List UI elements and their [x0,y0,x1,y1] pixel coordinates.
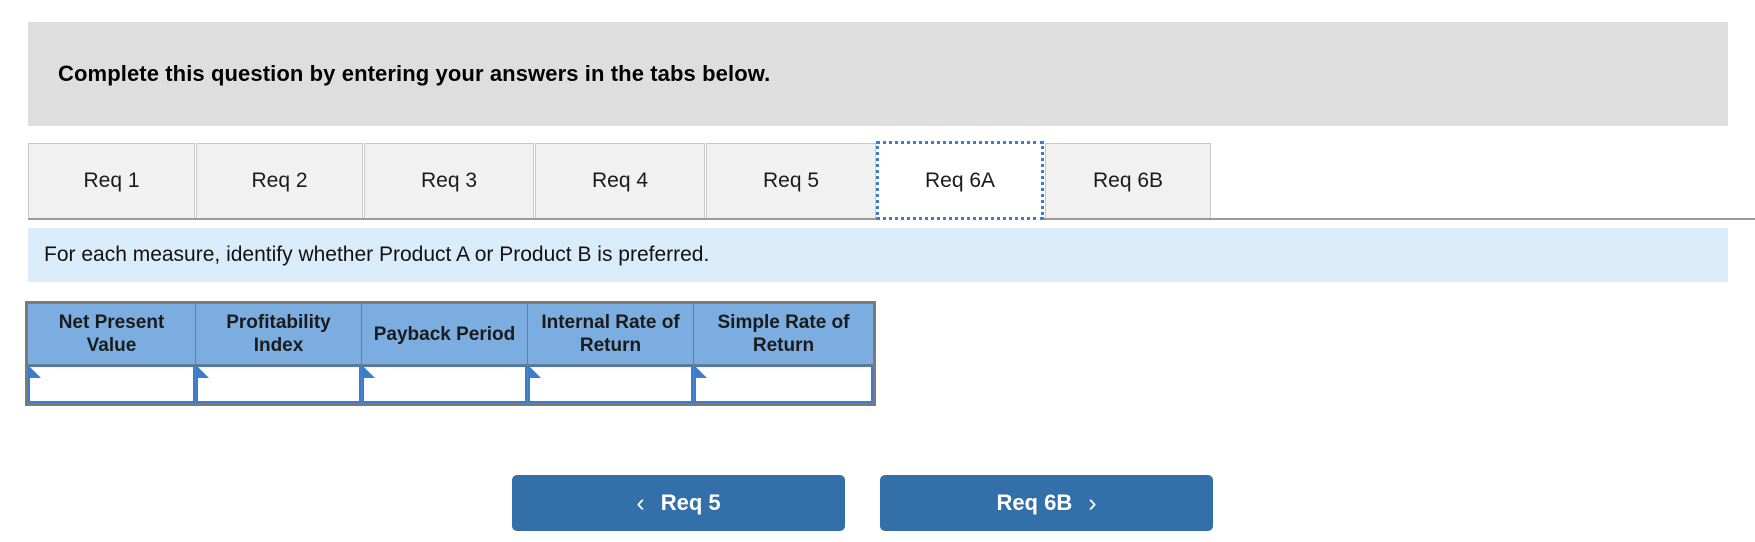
cell-simple-rate-of-return [693,364,874,405]
field-payback-period[interactable] [362,365,527,404]
cell-comment-marker-icon [30,367,41,379]
cell-payback-period [361,364,528,405]
table-header-row: Net Present Value Profitability Index Pa… [27,302,874,366]
column-header-internal-rate-of-return: Internal Rate of Return [527,302,694,366]
cell-comment-marker-icon [198,367,209,379]
column-header-simple-rate-of-return: Simple Rate of Return [693,302,874,366]
cell-comment-marker-icon [530,367,541,379]
banner-title: Complete this question by entering your … [58,61,771,86]
next-requirement-label: Req 6B [996,490,1073,515]
column-header-payback-period: Payback Period [361,302,528,366]
table-row [27,364,874,405]
tab-req-5[interactable]: Req 5 [706,143,876,218]
cell-comment-marker-icon [364,367,375,379]
chevron-right-icon: › [1088,488,1097,517]
cell-comment-marker-icon [696,367,707,379]
input-internal-rate-of-return[interactable] [543,367,688,402]
field-internal-rate-of-return[interactable] [528,365,693,404]
previous-requirement-label: Req 5 [660,490,721,515]
column-header-net-present-value: Net Present Value [27,302,196,366]
column-header-profitability-index: Profitability Index [195,302,362,366]
tab-req-6a[interactable]: Req 6A [876,141,1044,220]
cell-profitability-index [195,364,362,405]
next-requirement-button[interactable]: Req 6B › [880,475,1213,531]
tab-req-4[interactable]: Req 4 [535,143,705,218]
question-panel: Complete this question by entering your … [0,0,1755,542]
field-net-present-value[interactable] [28,365,195,404]
navigation-bar: ‹ Req 5 Req 6B › [0,475,1755,533]
input-profitability-index[interactable] [211,367,356,402]
instructions-banner: Complete this question by entering your … [28,22,1728,126]
tab-req-1[interactable]: Req 1 [28,143,195,218]
previous-requirement-button[interactable]: ‹ Req 5 [512,475,845,531]
answer-table: Net Present Value Profitability Index Pa… [27,302,874,405]
input-payback-period[interactable] [377,367,522,402]
answer-table-container: Net Present Value Profitability Index Pa… [25,301,876,407]
tab-bar: Req 1 Req 2 Req 3 Req 4 Req 5 Req 6A Req… [0,141,1755,220]
cell-net-present-value [27,364,196,405]
tab-req-2[interactable]: Req 2 [196,143,363,218]
chevron-left-icon: ‹ [636,488,645,517]
tab-req-6b[interactable]: Req 6B [1045,143,1211,218]
field-simple-rate-of-return[interactable] [694,365,873,404]
input-net-present-value[interactable] [43,367,190,402]
field-profitability-index[interactable] [196,365,361,404]
requirement-instruction-bar: For each measure, identify whether Produ… [28,228,1728,282]
input-simple-rate-of-return[interactable] [709,367,868,402]
cell-internal-rate-of-return [527,364,694,405]
tab-req-3[interactable]: Req 3 [364,143,534,218]
requirement-instruction-text: For each measure, identify whether Produ… [44,243,710,266]
